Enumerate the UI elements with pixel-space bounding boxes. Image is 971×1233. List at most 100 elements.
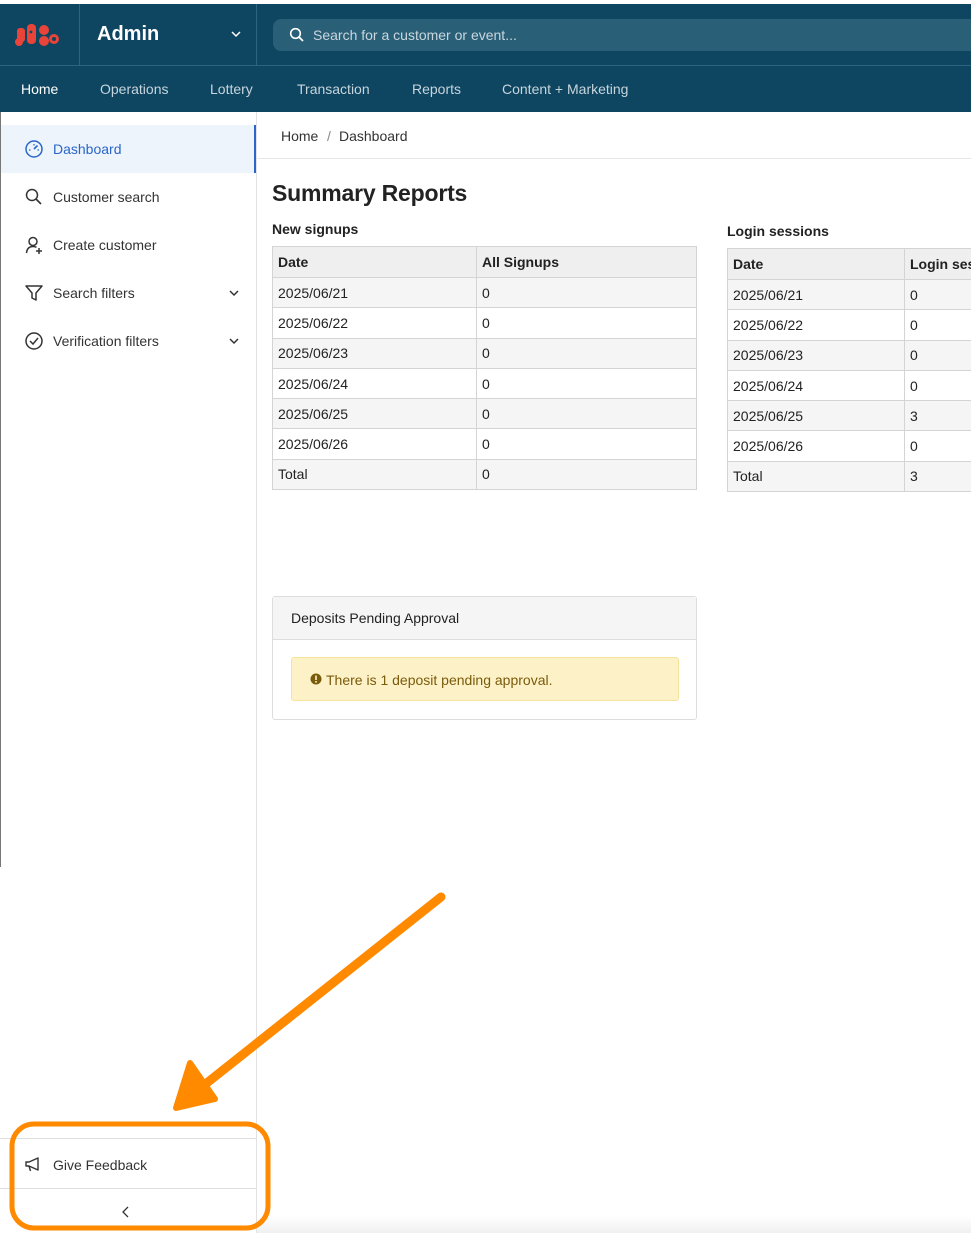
- table-cell: 0: [476, 367, 697, 400]
- card-header: Deposits Pending Approval: [273, 597, 696, 640]
- give-feedback-button[interactable]: Give Feedback: [0, 1139, 256, 1189]
- brand-title: Admin: [97, 23, 160, 45]
- column-header: Date: [272, 246, 477, 278]
- megaphone-icon: [25, 1157, 39, 1172]
- column-header: All Signups: [476, 246, 697, 278]
- table-row: 2025/06/26 0: [272, 428, 697, 460]
- table-cell: 2025/06/22: [727, 309, 905, 341]
- chevron-down-icon: [231, 31, 241, 38]
- table-cell: 2025/06/24: [727, 369, 905, 402]
- nav-operations[interactable]: Operations: [100, 81, 168, 97]
- breadcrumb-current: Dashboard: [339, 128, 408, 144]
- table-cell: 0: [476, 398, 697, 430]
- sidebar-item-verification-filters[interactable]: Verification filters: [0, 317, 256, 365]
- filter-icon: [25, 285, 43, 301]
- user-add-icon: [25, 236, 42, 254]
- dashboard-icon: [25, 140, 43, 158]
- column-header: Login ses: [904, 248, 971, 280]
- sidebar-item-label: Search filters: [53, 285, 135, 301]
- table-cell: 0: [904, 339, 971, 371]
- chevron-down-icon: [229, 290, 239, 297]
- table-cell: 0: [904, 309, 971, 341]
- table-cell: 0: [904, 278, 971, 311]
- top-bar: Admin: [0, 4, 971, 66]
- admin-switcher[interactable]: Admin: [80, 4, 257, 66]
- give-feedback-label: Give Feedback: [53, 1157, 148, 1173]
- table-cell: 0: [476, 307, 697, 339]
- card-title: Deposits Pending Approval: [291, 610, 460, 626]
- login-sessions-table: Date Login ses 2025/06/21 0 2025/06/22 0 202…: [727, 248, 971, 493]
- breadcrumb-separator: /: [327, 128, 331, 144]
- sidebar-item-dashboard[interactable]: Dashboard: [0, 125, 256, 173]
- table-cell: Total: [727, 460, 905, 493]
- table-cell: 3: [904, 460, 971, 493]
- table-cell: 0: [476, 276, 697, 309]
- table-row: Total 0: [272, 458, 697, 491]
- table-row: 2025/06/24 0: [272, 367, 697, 400]
- table-cell: 2025/06/26: [727, 430, 905, 462]
- table-row: 2025/06/25 3: [727, 400, 971, 432]
- table-row: 2025/06/22 0: [727, 309, 971, 341]
- nav-reports[interactable]: Reports: [412, 81, 461, 97]
- table-cell: 2025/06/22: [272, 307, 477, 339]
- breadcrumb-home[interactable]: Home: [281, 128, 318, 144]
- table-cell: 2025/06/23: [272, 337, 477, 369]
- table-row: Total 3: [727, 460, 971, 493]
- logo[interactable]: [0, 4, 80, 66]
- sidebar-item-label: Customer search: [53, 189, 160, 205]
- sidebar-item-label: Verification filters: [53, 333, 159, 349]
- pending-deposit-alert[interactable]: There is 1 deposit pending approval.: [291, 657, 679, 701]
- sidebar-item-label: Dashboard: [53, 141, 122, 157]
- table-cell: 2025/06/24: [272, 367, 477, 400]
- table-cell: 2025/06/23: [727, 339, 905, 371]
- page-bottom-shadow: [257, 1216, 971, 1233]
- deposits-pending-card: Deposits Pending Approval There is 1 dep…: [272, 596, 697, 720]
- breadcrumb: Home / Dashboard: [257, 112, 971, 159]
- login-sessions-title: Login sessions: [727, 223, 829, 239]
- table-row: 2025/06/22 0: [272, 307, 697, 339]
- chevron-down-icon: [229, 338, 239, 345]
- table-cell: 2025/06/21: [272, 276, 477, 309]
- table-cell: 2025/06/21: [727, 278, 905, 311]
- table-cell: 3: [904, 400, 971, 432]
- global-search[interactable]: [273, 19, 971, 51]
- page-title: Summary Reports: [272, 180, 468, 206]
- column-header: Date: [727, 248, 905, 280]
- sidebar: Dashboard Customer search Create custome…: [0, 112, 257, 1233]
- nav-content-marketing[interactable]: Content + Marketing: [502, 81, 628, 97]
- sidebar-item-customer-search[interactable]: Customer search: [0, 173, 256, 221]
- signups-table: Date All Signups 2025/06/21 0 2025/06/22 0 2…: [272, 246, 697, 491]
- table-row: 2025/06/24 0: [727, 369, 971, 402]
- signups-title: New signups: [272, 221, 359, 237]
- table-cell: 2025/06/25: [727, 400, 905, 432]
- table-row: 2025/06/21 0: [272, 276, 697, 309]
- search-icon: [289, 27, 304, 42]
- table-cell: 0: [476, 458, 697, 491]
- table-row: 2025/06/25 0: [272, 398, 697, 430]
- search-input[interactable]: [313, 19, 913, 51]
- sidebar-item-search-filters[interactable]: Search filters: [0, 269, 256, 317]
- table-row: 2025/06/23 0: [272, 337, 697, 369]
- table-cell: 0: [904, 369, 971, 402]
- table-cell: 2025/06/25: [272, 398, 477, 430]
- nav-home[interactable]: Home: [21, 81, 58, 97]
- table-cell: 2025/06/26: [272, 428, 477, 460]
- exclamation-circle-icon: [310, 673, 322, 685]
- sidebar-footer: Give Feedback: [0, 1138, 256, 1218]
- main-nav: Home Operations Lottery Transaction Repo…: [0, 66, 971, 112]
- table-cell: 0: [476, 337, 697, 369]
- table-cell: Total: [272, 458, 477, 491]
- jumbo-logo-icon: [15, 24, 59, 46]
- collapse-sidebar-icon[interactable]: [120, 1205, 130, 1219]
- sidebar-item-create-customer[interactable]: Create customer: [0, 221, 256, 269]
- table-row: 2025/06/21 0: [727, 278, 971, 311]
- alert-message: There is 1 deposit pending approval.: [326, 672, 553, 688]
- sidebar-item-label: Create customer: [53, 237, 157, 253]
- nav-transaction[interactable]: Transaction: [297, 81, 370, 97]
- table-cell: 0: [904, 430, 971, 462]
- table-cell: 0: [476, 428, 697, 460]
- check-circle-icon: [25, 332, 43, 350]
- search-icon: [25, 188, 42, 205]
- nav-lottery[interactable]: Lottery: [210, 81, 253, 97]
- table-row: 2025/06/26 0: [727, 430, 971, 462]
